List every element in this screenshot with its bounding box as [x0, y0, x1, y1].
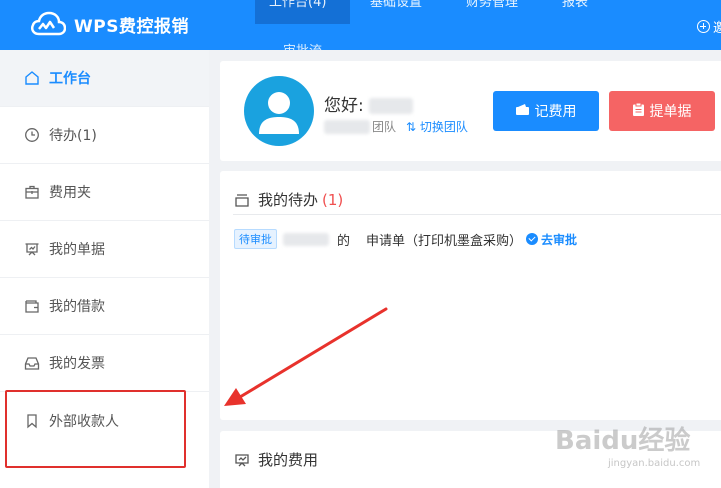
greeting: 您好: — [324, 91, 414, 116]
check-circle-icon — [526, 233, 539, 245]
tab-workbench[interactable]: 工作台(4) — [255, 0, 350, 24]
divider — [233, 214, 721, 215]
cloud-logo-icon — [31, 11, 66, 36]
redacted-team-name — [324, 119, 370, 134]
app-title: WPS费控报销 — [74, 16, 189, 37]
receipt-icon — [235, 453, 249, 466]
plus-circle-icon — [697, 20, 710, 33]
todo-item[interactable]: 待审批 的 申请单（打印机墨盒采购） 去审批 — [234, 229, 577, 249]
expense-card-title: 我的费用 — [234, 449, 318, 470]
app-logo[interactable]: WPS费控报销 — [30, 10, 189, 38]
tab-finance-management[interactable]: 财务管理 — [466, 0, 536, 24]
tab-basic-settings[interactable]: 基础设置 — [368, 0, 438, 24]
sidebar-item-expense-folder[interactable]: 费用夹 — [0, 164, 209, 221]
sidebar-item-todo[interactable]: 待办(1) — [0, 107, 209, 164]
sidebar-item-my-documents[interactable]: 我的单据 — [0, 221, 209, 278]
annotation-highlight-box — [5, 390, 186, 468]
inbox-icon — [24, 355, 40, 371]
wallet-icon — [515, 103, 529, 119]
clock-icon — [24, 127, 40, 143]
document-board-icon — [24, 241, 40, 257]
todo-card: 我的待办 (1) 待审批 的 申请单（打印机墨盒采购） 去审批 — [220, 171, 721, 420]
profile-card: 您好: 团队 ⇅ 切换团队 记费用 提单据 — [220, 61, 721, 161]
switch-team-link[interactable]: ⇅ 切换团队 — [406, 118, 468, 135]
briefcase-icon — [24, 184, 40, 200]
watermark-url: jingyan.baidu.com — [608, 458, 701, 469]
submit-document-button[interactable]: 提单据 — [609, 91, 715, 131]
user-icon — [259, 92, 299, 134]
sidebar-item-my-loans[interactable]: 我的借款 — [0, 278, 209, 335]
team-info: 团队 ⇅ 切换团队 — [324, 118, 468, 135]
go-approve-link[interactable]: 去审批 — [526, 231, 577, 248]
status-badge: 待审批 — [234, 229, 277, 249]
top-navigation-bar: WPS费控报销 工作台(4) 基础设置 财务管理 报表 审批流 邀 — [0, 0, 721, 50]
invite-button[interactable]: 邀 — [697, 17, 721, 36]
clipboard-icon — [632, 102, 644, 120]
tab-reports[interactable]: 报表 — [562, 0, 602, 24]
redacted-applicant — [283, 232, 329, 246]
redacted-name — [369, 98, 414, 114]
wallet-icon — [24, 298, 40, 314]
record-expense-button[interactable]: 记费用 — [493, 91, 599, 131]
sidebar-item-my-invoices[interactable]: 我的发票 — [0, 335, 209, 392]
sidebar-item-workbench[interactable]: 工作台 — [0, 50, 209, 107]
home-icon — [24, 70, 40, 86]
inbox-tray-icon — [235, 193, 249, 207]
tab-approval-flow[interactable]: 审批流 — [283, 42, 325, 50]
avatar[interactable] — [244, 76, 314, 146]
watermark: Baidu经验 — [555, 426, 691, 456]
todo-card-title: 我的待办 (1) — [234, 189, 343, 210]
